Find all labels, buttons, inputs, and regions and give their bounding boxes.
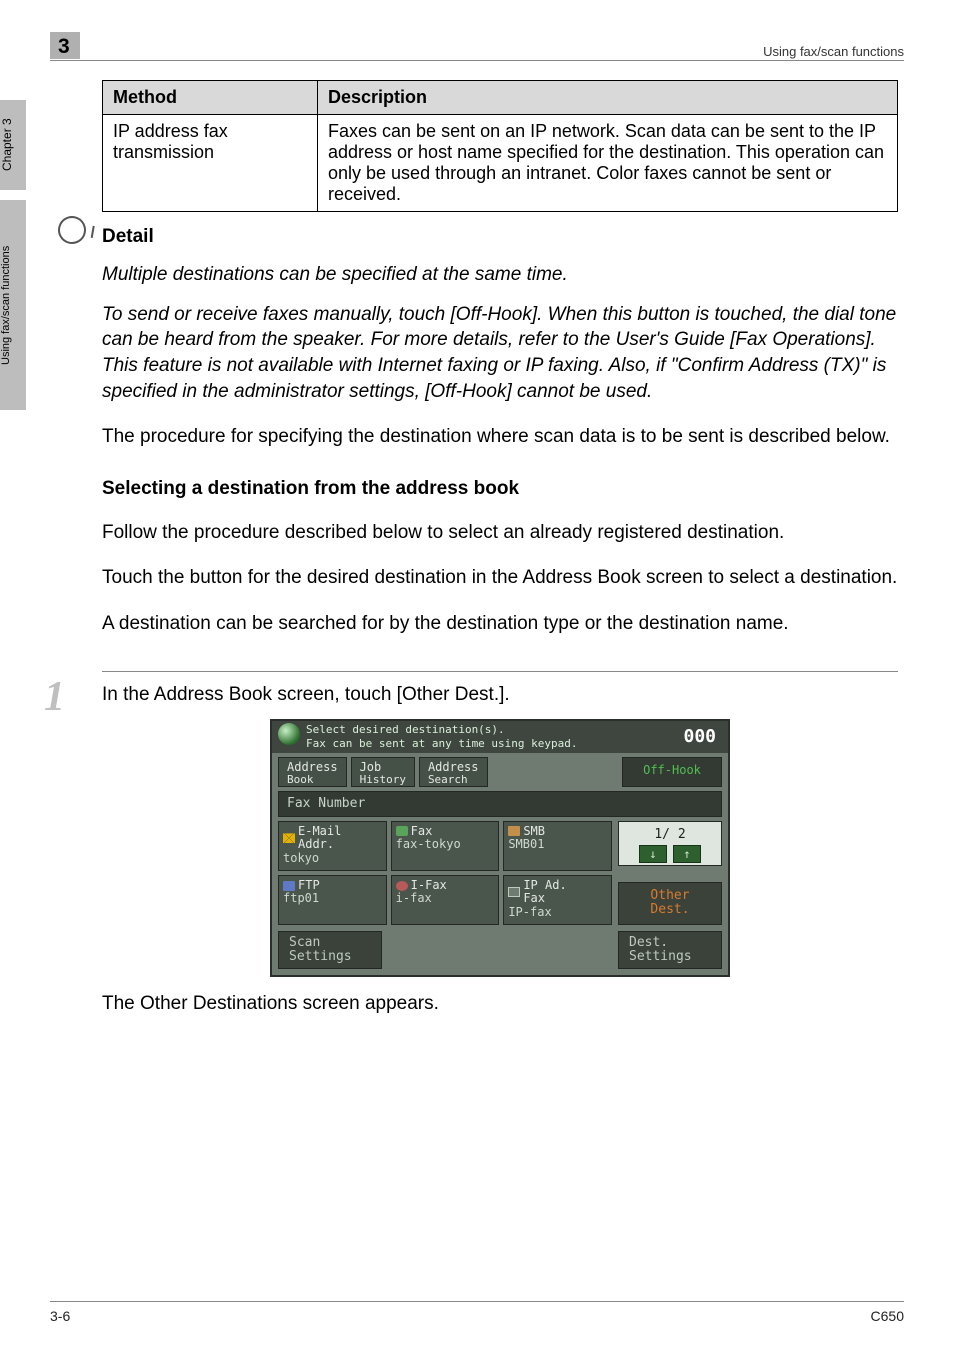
- section-heading: Selecting a destination from the address…: [102, 478, 898, 500]
- chapter-number: 3: [50, 32, 80, 59]
- device-header: Select desired destination(s). Fax can b…: [272, 721, 728, 753]
- section-para-3: A destination can be searched for by the…: [102, 611, 898, 637]
- page-header: 3 Using fax/scan functions: [50, 32, 904, 59]
- ipfax-icon: [508, 887, 520, 897]
- fax-number-bar: Fax Number: [278, 791, 722, 817]
- method-table: Method Description IP address fax transm…: [102, 80, 898, 212]
- page-down-button[interactable]: ↓: [639, 845, 667, 863]
- content-area: Method Description IP address fax transm…: [102, 80, 898, 1017]
- status-orb-icon: [278, 723, 300, 745]
- detail-para-2: To send or receive faxes manually, touch…: [102, 302, 898, 405]
- off-hook-button[interactable]: Off-Hook: [622, 757, 722, 787]
- dest-fax[interactable]: Fax fax-tokyo: [391, 821, 500, 871]
- device-screenshot: Select desired destination(s). Fax can b…: [270, 719, 730, 977]
- other-dest-button[interactable]: OtherDest.: [618, 882, 722, 925]
- smb-icon: [508, 826, 520, 836]
- side-tab-chapter: Chapter 3: [0, 100, 26, 190]
- th-method: Method: [103, 81, 318, 115]
- detail-para-1: Multiple destinations can be specified a…: [102, 262, 898, 288]
- running-title: Using fax/scan functions: [763, 44, 904, 59]
- header-divider: [50, 60, 904, 61]
- section-para-2: Touch the button for the desired destina…: [102, 565, 898, 591]
- th-description: Description: [318, 81, 898, 115]
- tab-job-history[interactable]: Job History: [351, 757, 415, 787]
- pager-label: 1/ 2: [619, 826, 721, 844]
- ifax-icon: [396, 881, 408, 891]
- dest-settings-button[interactable]: Dest.Settings: [618, 931, 722, 970]
- cell-description: Faxes can be sent on an IP network. Scan…: [318, 115, 898, 212]
- fax-icon: [396, 826, 408, 836]
- device-tabs: Address Book Job History Address Search …: [272, 753, 728, 787]
- detail-block: Detail Multiple destinations can be spec…: [102, 226, 898, 404]
- body-para-intro: The procedure for specifying the destina…: [102, 424, 898, 450]
- mail-icon: [283, 833, 295, 843]
- step-caption: The Other Destinations screen appears.: [102, 991, 898, 1017]
- copy-count: 000: [683, 723, 722, 749]
- step-number: 1: [44, 676, 102, 718]
- dest-ftp[interactable]: FTP ftp01: [278, 875, 387, 925]
- page-footer: 3-6 C650: [50, 1301, 904, 1324]
- destination-area: E-MailAddr. tokyo Fax fax-tokyo SMB SMB0…: [272, 817, 728, 929]
- tab-address-search[interactable]: Address Search: [419, 757, 488, 787]
- detail-title: Detail: [102, 226, 898, 248]
- cell-method: IP address fax transmission: [103, 115, 318, 212]
- section-para-1: Follow the procedure described below to …: [102, 520, 898, 546]
- step-instruction: In the Address Book screen, touch [Other…: [102, 682, 898, 708]
- step-text: In the Address Book screen, touch [Other…: [102, 682, 898, 1017]
- ftp-icon: [283, 881, 295, 891]
- device-bottom-row: ScanSettings Dest.Settings: [272, 929, 728, 976]
- page-up-button[interactable]: ↑: [673, 845, 701, 863]
- dest-ifax[interactable]: I-Fax i-fax: [391, 875, 500, 925]
- destination-grid: E-MailAddr. tokyo Fax fax-tokyo SMB SMB0…: [278, 821, 612, 925]
- dest-email[interactable]: E-MailAddr. tokyo: [278, 821, 387, 871]
- magnifier-icon: [53, 211, 91, 249]
- side-tab-section: Using fax/scan functions: [0, 200, 26, 410]
- dest-ipfax[interactable]: IP Ad.Fax IP-fax: [503, 875, 612, 925]
- step-divider: [102, 671, 898, 672]
- pager: 1/ 2 ↓ ↑: [618, 821, 722, 867]
- footer-page-number: 3-6: [50, 1308, 70, 1324]
- footer-model: C650: [871, 1308, 904, 1324]
- step-1: 1 In the Address Book screen, touch [Oth…: [102, 682, 898, 1017]
- device-header-text: Select desired destination(s). Fax can b…: [306, 723, 683, 751]
- dest-smb[interactable]: SMB SMB01: [503, 821, 612, 871]
- scan-settings-button[interactable]: ScanSettings: [278, 931, 382, 970]
- device-side-column: 1/ 2 ↓ ↑ OtherDest.: [618, 821, 722, 925]
- tab-address-book[interactable]: Address Book: [278, 757, 347, 787]
- table-row: IP address fax transmission Faxes can be…: [103, 115, 898, 212]
